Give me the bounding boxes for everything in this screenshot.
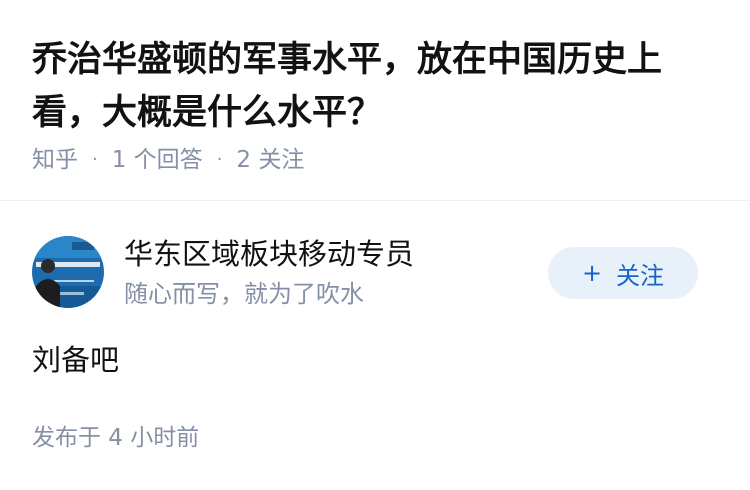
plus-icon: +	[581, 259, 603, 287]
follow-button[interactable]: + 关注	[548, 247, 698, 299]
answer-count[interactable]: 1 个回答	[112, 145, 203, 175]
separator-dot: ·	[92, 149, 98, 170]
source-label[interactable]: 知乎	[32, 145, 78, 175]
author-headline: 随心而写，就为了吹水	[124, 280, 364, 308]
follow-count[interactable]: 2 关注	[236, 145, 304, 175]
avatar-photo-icon	[32, 236, 104, 308]
question-meta: 知乎 · 1 个回答 · 2 关注	[32, 145, 304, 175]
author-name[interactable]: 华东区域板块移动专员	[124, 235, 414, 273]
zhihu-answer-page: 乔治华盛顿的军事水平，放在中国历史上看，大概是什么水平？ 知乎 · 1 个回答 …	[0, 0, 750, 490]
author-avatar[interactable]	[32, 236, 104, 308]
follow-button-label: 关注	[616, 261, 665, 290]
section-divider	[0, 200, 750, 201]
question-title[interactable]: 乔治华盛顿的军事水平，放在中国历史上看，大概是什么水平？	[32, 34, 712, 140]
answer-content: 刘备吧	[32, 343, 120, 377]
answer-timestamp: 发布于 4 小时前	[32, 425, 200, 451]
separator-dot: ·	[216, 149, 223, 170]
